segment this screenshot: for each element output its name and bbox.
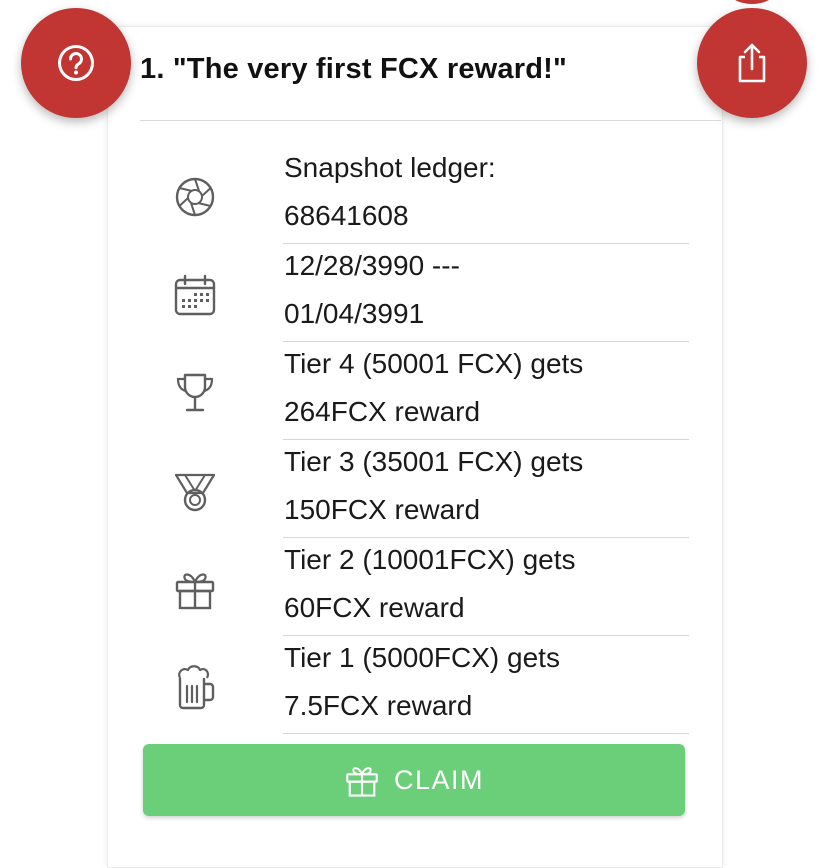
info-row-tier-4: Tier 4 (50001 FCX) gets 264FCX reward (140, 342, 689, 440)
row-divider (283, 733, 689, 734)
row-value: 68641608 (284, 200, 409, 231)
row-value: 01/04/3991 (284, 298, 425, 329)
aperture-icon (170, 172, 220, 222)
row-label: Snapshot ledger: (284, 152, 496, 183)
row-label: Tier 3 (35001 FCX) gets (284, 446, 584, 477)
gift-icon (344, 761, 380, 799)
share-icon (738, 43, 766, 83)
help-button[interactable] (21, 8, 131, 118)
row-value: 7.5FCX reward (284, 690, 473, 721)
claim-button-label: CLAIM (393, 764, 485, 795)
row-label: Tier 4 (50001 FCX) gets (284, 348, 584, 379)
row-value: 264FCX reward (284, 396, 481, 427)
claim-button[interactable]: CLAIM (143, 744, 685, 816)
title-divider (140, 120, 721, 121)
row-label: Tier 1 (5000FCX) gets (284, 642, 560, 673)
info-row-tier-2: Tier 2 (10001FCX) gets 60FCX reward (140, 538, 689, 636)
partial-action-button[interactable] (717, 0, 787, 4)
row-label: Tier 2 (10001FCX) gets (284, 544, 576, 575)
calendar-icon (170, 270, 220, 320)
info-row-tier-3: Tier 3 (35001 FCX) gets 150FCX reward (140, 440, 689, 538)
card-title: 1. "The very first FCX reward!" (140, 53, 567, 85)
info-row-dates: 12/28/3990 --- 01/04/3991 (140, 244, 689, 342)
row-label: 12/28/3990 --- (284, 250, 460, 281)
info-row-tier-1: Tier 1 (5000FCX) gets 7.5FCX reward (140, 636, 689, 734)
row-value: 60FCX reward (284, 592, 465, 623)
trophy-icon (170, 368, 220, 418)
row-value: 150FCX reward (284, 494, 481, 525)
question-circle-icon (58, 45, 94, 81)
gift-icon (170, 564, 220, 614)
info-row-snapshot: Snapshot ledger: 68641608 (140, 146, 689, 244)
share-button[interactable] (697, 8, 807, 118)
medal-icon (170, 466, 220, 516)
beer-mug-icon (170, 662, 220, 712)
